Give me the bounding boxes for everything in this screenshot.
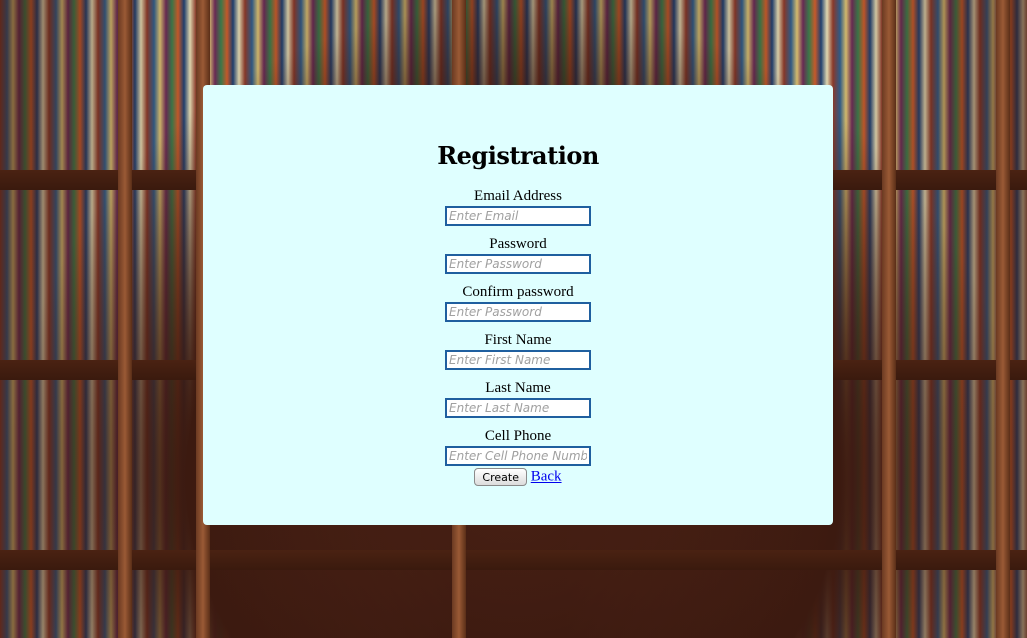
confirm-password-input[interactable] (445, 302, 591, 322)
last-name-field-group: Last Name (203, 379, 833, 427)
last-name-input[interactable] (445, 398, 591, 418)
cell-phone-input[interactable] (445, 446, 591, 466)
shelf-post (882, 0, 896, 638)
cell-phone-field-group: Cell Phone (203, 427, 833, 475)
password-field-group: Password (203, 235, 833, 283)
password-label: Password (489, 236, 547, 252)
cell-phone-label: Cell Phone (484, 428, 552, 444)
confirm-password-field-group: Confirm password (203, 283, 833, 331)
password-input[interactable] (445, 254, 591, 274)
shelf-post (118, 0, 132, 638)
email-label: Email Address (474, 188, 562, 204)
registration-form: Email Address Password Confirm password … (203, 187, 833, 486)
confirm-password-label: Confirm password (462, 284, 574, 300)
first-name-field-group: First Name (203, 331, 833, 379)
last-name-label: Last Name (485, 380, 551, 396)
shelf-post (996, 0, 1010, 638)
registration-panel: Registration Email Address Password Conf… (203, 85, 833, 525)
page-title: Registration (437, 141, 599, 170)
email-field-group: Email Address (203, 187, 833, 235)
first-name-input[interactable] (445, 350, 591, 370)
first-name-label: First Name (484, 332, 552, 348)
email-input[interactable] (445, 206, 591, 226)
